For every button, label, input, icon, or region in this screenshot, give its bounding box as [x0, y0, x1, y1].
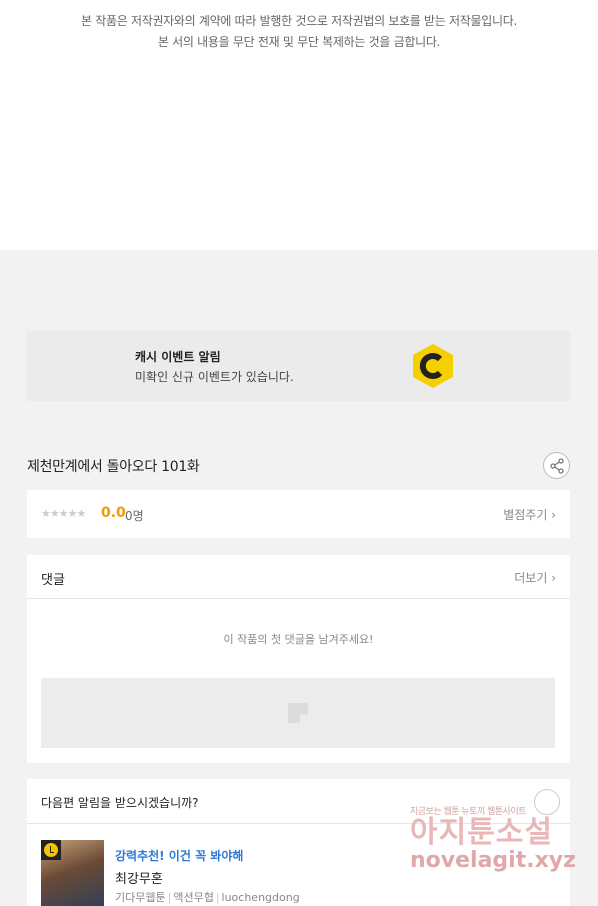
rating-stars: ★★★★★ [41, 507, 86, 520]
event-subtitle: 미확인 신규 이벤트가 있습니다. [135, 370, 294, 384]
share-icon [550, 458, 564, 474]
comment-header: 댓글 더보기 › [27, 555, 570, 599]
episode-title: 제천만계에서 돌아오다 101화 [27, 459, 200, 475]
rating-score: 0.0 [101, 505, 126, 521]
rating-card: ★★★★★ 0.0 0명 별점주기 › [27, 490, 570, 538]
comment-more-link[interactable]: 더보기 › [514, 569, 556, 586]
share-button[interactable] [543, 452, 570, 479]
clock-badge-icon [41, 840, 61, 860]
empty-comment-message: 이 작품의 첫 댓글을 남겨주세요! [223, 633, 374, 646]
copyright-line-2: 본 서의 내용을 무단 전재 및 무단 복제하는 것을 금합니다. [157, 35, 441, 49]
recommendation-meta: 기다무웹툰 | 액션무협 | luochengdong [115, 891, 300, 904]
cash-c-icon [413, 344, 453, 388]
recommendation-title[interactable]: 최강무혼 [115, 868, 163, 887]
next-alert-title: 다음편 알림을 받으시겠습니까? [41, 796, 199, 810]
copyright-notice: 본 작품은 저작권자와의 계약에 따라 발행한 것으로 저작권법의 보호를 받는… [0, 0, 598, 250]
event-title: 캐시 이벤트 알림 [135, 350, 221, 364]
meta-genre: 액션무협 [173, 891, 214, 904]
meta-author: luochengdong [221, 891, 300, 904]
next-alert-header: 다음편 알림을 받으시겠습니까? [27, 779, 570, 824]
rate-button[interactable]: 별점주기 › [503, 506, 556, 523]
rating-count: 0명 [125, 509, 144, 523]
recommendation-thumbnail[interactable] [41, 840, 104, 906]
cash-event-banner[interactable]: 캐시 이벤트 알림 미확인 신규 이벤트가 있습니다. [27, 331, 570, 401]
ad-placeholder[interactable] [41, 678, 555, 748]
next-episode-alert: 다음편 알림을 받으시겠습니까? 강력추천! 이건 꼭 봐야해 최강무혼 기다무… [27, 779, 570, 906]
meta-category: 기다무웹툰 [115, 891, 166, 904]
copyright-line-1: 본 작품은 저작권자와의 계약에 따라 발행한 것으로 저작권법의 보호를 받는… [80, 14, 518, 28]
image-placeholder-icon [288, 703, 308, 723]
recommendation-tagline[interactable]: 강력추천! 이건 꼭 봐야해 [115, 847, 243, 864]
bell-icon[interactable] [534, 789, 560, 815]
comment-title: 댓글 [41, 573, 65, 588]
comment-section: 댓글 더보기 › 이 작품의 첫 댓글을 남겨주세요! [27, 555, 570, 763]
